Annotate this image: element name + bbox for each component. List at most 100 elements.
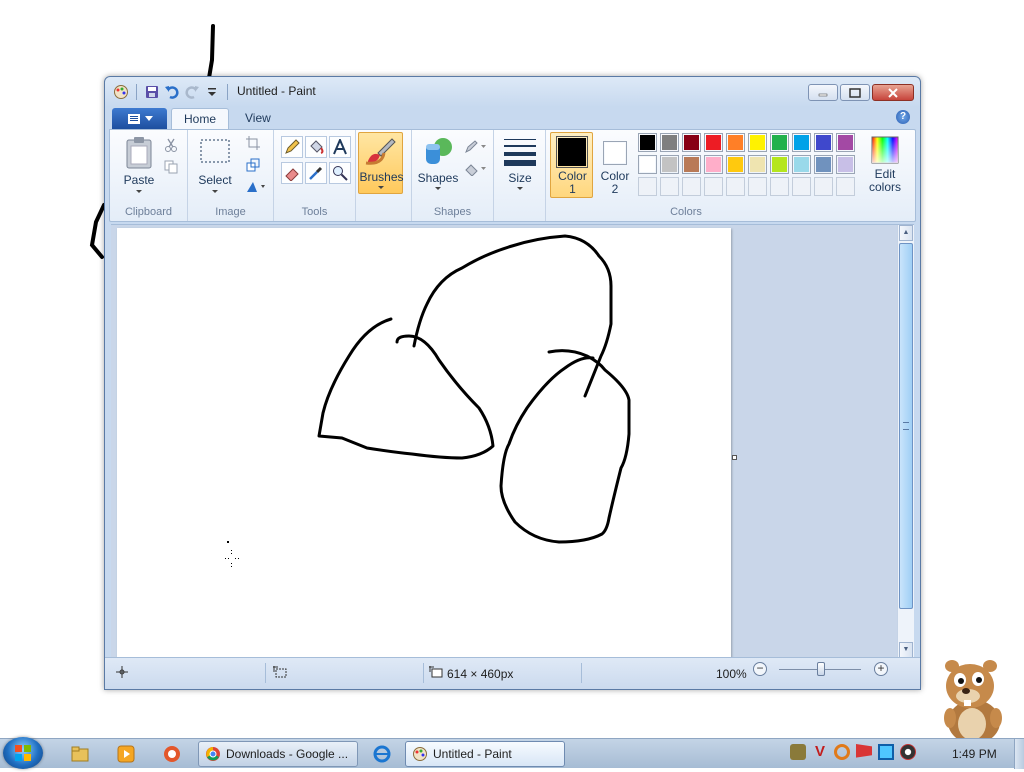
crop-button[interactable]: [242, 132, 264, 154]
palette-swatch[interactable]: [836, 155, 855, 174]
tray-volume-icon[interactable]: [900, 744, 916, 760]
shapes-button[interactable]: Shapes: [416, 134, 460, 196]
palette-swatch[interactable]: [814, 155, 833, 174]
chevron-down-icon: [144, 115, 153, 121]
paste-icon: [126, 137, 152, 169]
palette-swatch[interactable]: [836, 133, 855, 152]
canvas-resize-handle[interactable]: [732, 455, 737, 460]
tray-monitor-icon[interactable]: [878, 744, 894, 760]
palette-swatch[interactable]: [770, 155, 789, 174]
custom-color-slot[interactable]: [638, 177, 657, 196]
undo-icon[interactable]: [164, 84, 180, 100]
cut-button[interactable]: [160, 134, 182, 156]
palette-swatch[interactable]: [660, 133, 679, 152]
eraser-tool[interactable]: [281, 162, 303, 184]
chevron-down-icon: [378, 186, 384, 189]
drawing-canvas[interactable]: [117, 228, 731, 657]
bucket-icon: [310, 140, 324, 154]
magnifier-tool[interactable]: [329, 162, 351, 184]
palette-swatch[interactable]: [704, 133, 723, 152]
palette-swatch[interactable]: [726, 133, 745, 152]
zoom-slider-knob[interactable]: [817, 662, 825, 676]
tray-flag-icon[interactable]: [856, 744, 872, 758]
save-icon[interactable]: [144, 84, 160, 100]
chrome-icon: [206, 747, 220, 761]
play-icon: [117, 745, 135, 763]
taskbar-item-chrome[interactable]: Downloads - Google ...: [198, 741, 358, 767]
show-desktop-button[interactable]: [1014, 739, 1024, 769]
edit-colors-button[interactable]: Edit colors: [862, 134, 908, 196]
palette-swatch[interactable]: [638, 133, 657, 152]
minimize-icon: [818, 93, 828, 96]
custom-color-slot[interactable]: [770, 177, 789, 196]
flame-app-icon: [164, 746, 180, 762]
custom-color-slot[interactable]: [792, 177, 811, 196]
paint-menu-button[interactable]: [112, 108, 167, 129]
close-button[interactable]: [872, 84, 914, 101]
text-tool[interactable]: [329, 136, 351, 158]
palette-swatch[interactable]: [660, 155, 679, 174]
color1-button[interactable]: Color 1: [550, 132, 593, 198]
palette-swatch[interactable]: [792, 133, 811, 152]
redo-icon[interactable]: [184, 84, 200, 100]
paint-app-icon[interactable]: [113, 84, 129, 100]
windows-logo-icon: [15, 745, 31, 761]
custom-color-slot[interactable]: [704, 177, 723, 196]
custom-color-slot[interactable]: [660, 177, 679, 196]
custom-color-slot[interactable]: [814, 177, 833, 196]
palette-swatch[interactable]: [638, 155, 657, 174]
palette-swatch[interactable]: [682, 155, 701, 174]
start-button[interactable]: [3, 737, 43, 769]
brushes-button[interactable]: Brushes: [358, 132, 404, 194]
scroll-up-arrow[interactable]: ▲: [899, 225, 913, 241]
copy-button[interactable]: [160, 156, 182, 178]
size-button[interactable]: Size: [498, 134, 542, 196]
help-icon[interactable]: ?: [896, 110, 910, 124]
color-picker-tool[interactable]: [305, 162, 327, 184]
scroll-down-arrow[interactable]: ▼: [899, 642, 913, 657]
tab-home[interactable]: Home: [171, 108, 230, 130]
tab-view[interactable]: View: [233, 108, 283, 130]
resize-button[interactable]: [242, 154, 264, 176]
outline-button[interactable]: [462, 136, 490, 158]
customize-qat-icon[interactable]: [204, 84, 220, 100]
pencil-tool[interactable]: [281, 136, 303, 158]
palette-swatch[interactable]: [682, 133, 701, 152]
palette-swatch[interactable]: [792, 155, 811, 174]
palette-swatch[interactable]: [704, 155, 723, 174]
custom-color-slot[interactable]: [682, 177, 701, 196]
vertical-scrollbar[interactable]: ▲ ▼: [897, 225, 914, 657]
color2-button[interactable]: Color 2: [594, 132, 634, 198]
zoom-in-button[interactable]: +: [874, 662, 888, 676]
palette-swatch[interactable]: [770, 133, 789, 152]
tray-app-icon[interactable]: [790, 744, 806, 760]
custom-color-slot[interactable]: [836, 177, 855, 196]
rotate-button[interactable]: [242, 176, 270, 198]
explorer-icon[interactable]: [70, 744, 90, 764]
window-title: Untitled - Paint: [237, 84, 316, 98]
internet-explorer-icon[interactable]: [372, 744, 392, 764]
fill-button[interactable]: [462, 158, 490, 180]
app-launcher-icon[interactable]: [162, 744, 182, 764]
media-player-icon[interactable]: [116, 744, 136, 764]
palette-swatch[interactable]: [748, 133, 767, 152]
ie-icon: [373, 745, 391, 763]
paste-button[interactable]: Paste: [122, 134, 156, 196]
brushes-group: Brushes: [356, 130, 412, 221]
tray-v-icon[interactable]: V: [812, 744, 828, 760]
scroll-thumb[interactable]: [899, 243, 913, 609]
palette-swatch[interactable]: [726, 155, 745, 174]
zoom-out-button[interactable]: −: [753, 662, 767, 676]
custom-color-slot[interactable]: [726, 177, 745, 196]
selection-size-icon: [273, 666, 287, 678]
palette-swatch[interactable]: [814, 133, 833, 152]
tray-search-icon[interactable]: [834, 744, 850, 760]
taskbar-item-paint[interactable]: Untitled - Paint: [405, 741, 565, 767]
shapes-group-label: Shapes: [433, 206, 472, 218]
select-button[interactable]: Select: [194, 134, 236, 196]
custom-color-slot[interactable]: [748, 177, 767, 196]
fill-tool[interactable]: [305, 136, 327, 158]
minimize-button[interactable]: [808, 84, 838, 101]
maximize-button[interactable]: [840, 84, 870, 101]
palette-swatch[interactable]: [748, 155, 767, 174]
